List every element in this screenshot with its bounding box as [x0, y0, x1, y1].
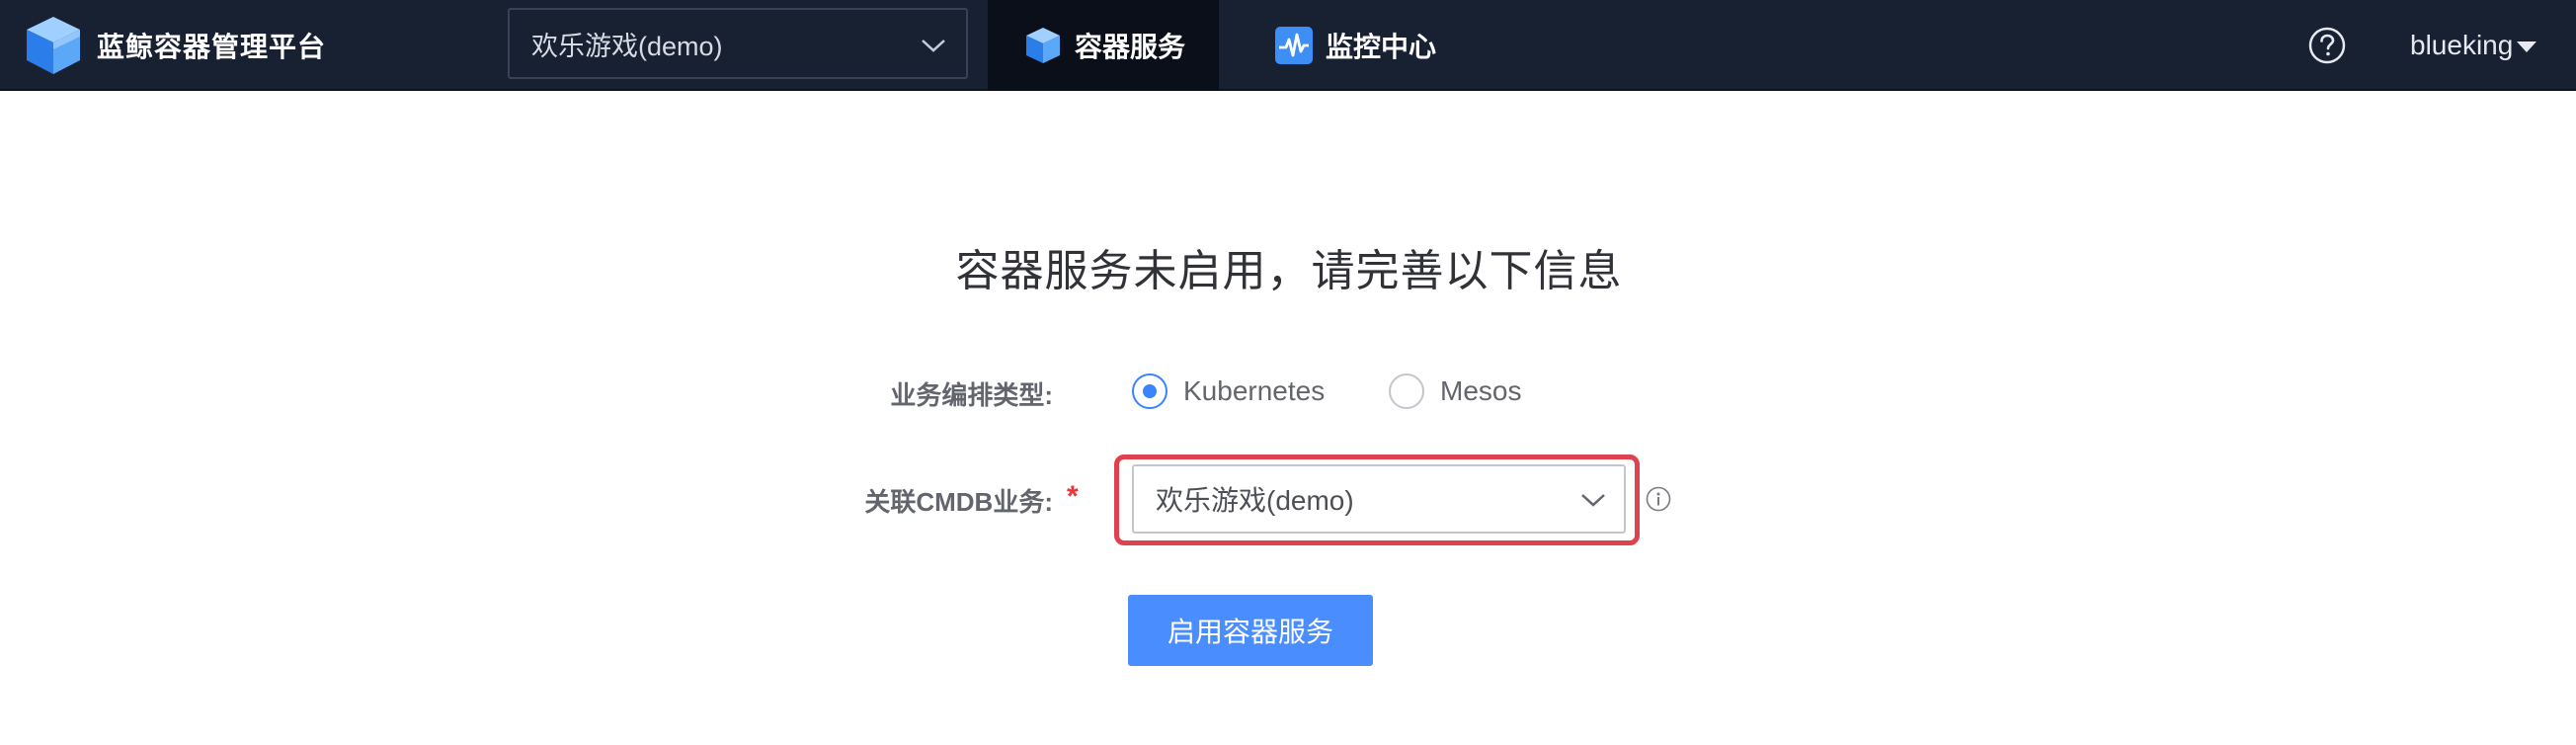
chevron-down-icon — [1581, 494, 1605, 507]
monitor-pulse-icon — [1275, 27, 1313, 64]
required-mark: * — [1067, 480, 1079, 513]
username: blueking — [2410, 30, 2514, 60]
radio-button[interactable] — [1389, 373, 1424, 409]
radio-button-checked[interactable] — [1132, 373, 1167, 409]
page-title: 容器服务未启用，请完善以下信息 — [955, 247, 1623, 295]
cube-logo-icon — [27, 17, 80, 74]
tab-monitor-center[interactable]: 监控中心 — [1274, 0, 1472, 91]
radio-dot — [1143, 384, 1157, 398]
caret-down-icon — [2517, 41, 2537, 52]
info-icon[interactable] — [1646, 486, 1671, 512]
cmdb-business-value: 欢乐游戏(demo) — [1156, 485, 1354, 516]
enable-container-service-button[interactable]: 启用容器服务 — [1128, 595, 1373, 666]
radio-kubernetes[interactable]: Kubernetes — [1132, 373, 1325, 409]
project-select[interactable]: 欢乐游戏(demo) — [508, 8, 968, 79]
top-navbar: 蓝鲸容器管理平台 欢乐游戏(demo) 容器服务 监控中心 blueking — [0, 0, 2576, 91]
radio-mesos[interactable]: Mesos — [1389, 373, 1521, 409]
project-select-value: 欢乐游戏(demo) — [531, 31, 723, 61]
tab-container-service[interactable]: 容器服务 — [988, 0, 1219, 91]
brand[interactable]: 蓝鲸容器管理平台 — [24, 10, 326, 81]
radio-label: Mesos — [1440, 375, 1522, 406]
tab-label: 容器服务 — [1075, 32, 1186, 62]
cube-icon — [1026, 28, 1060, 63]
orchestration-type-label: 业务编排类型: — [890, 380, 1053, 410]
brand-name: 蓝鲸容器管理平台 — [97, 32, 327, 62]
radio-label: Kubernetes — [1183, 375, 1326, 406]
chevron-down-icon — [922, 40, 945, 52]
cmdb-business-label: 关联CMDB业务: — [864, 487, 1053, 517]
question-circle-icon[interactable] — [2307, 26, 2347, 65]
user-menu[interactable]: blueking — [2410, 0, 2537, 91]
cmdb-business-select[interactable]: 欢乐游戏(demo) — [1132, 464, 1626, 534]
tab-label: 监控中心 — [1326, 32, 1437, 62]
